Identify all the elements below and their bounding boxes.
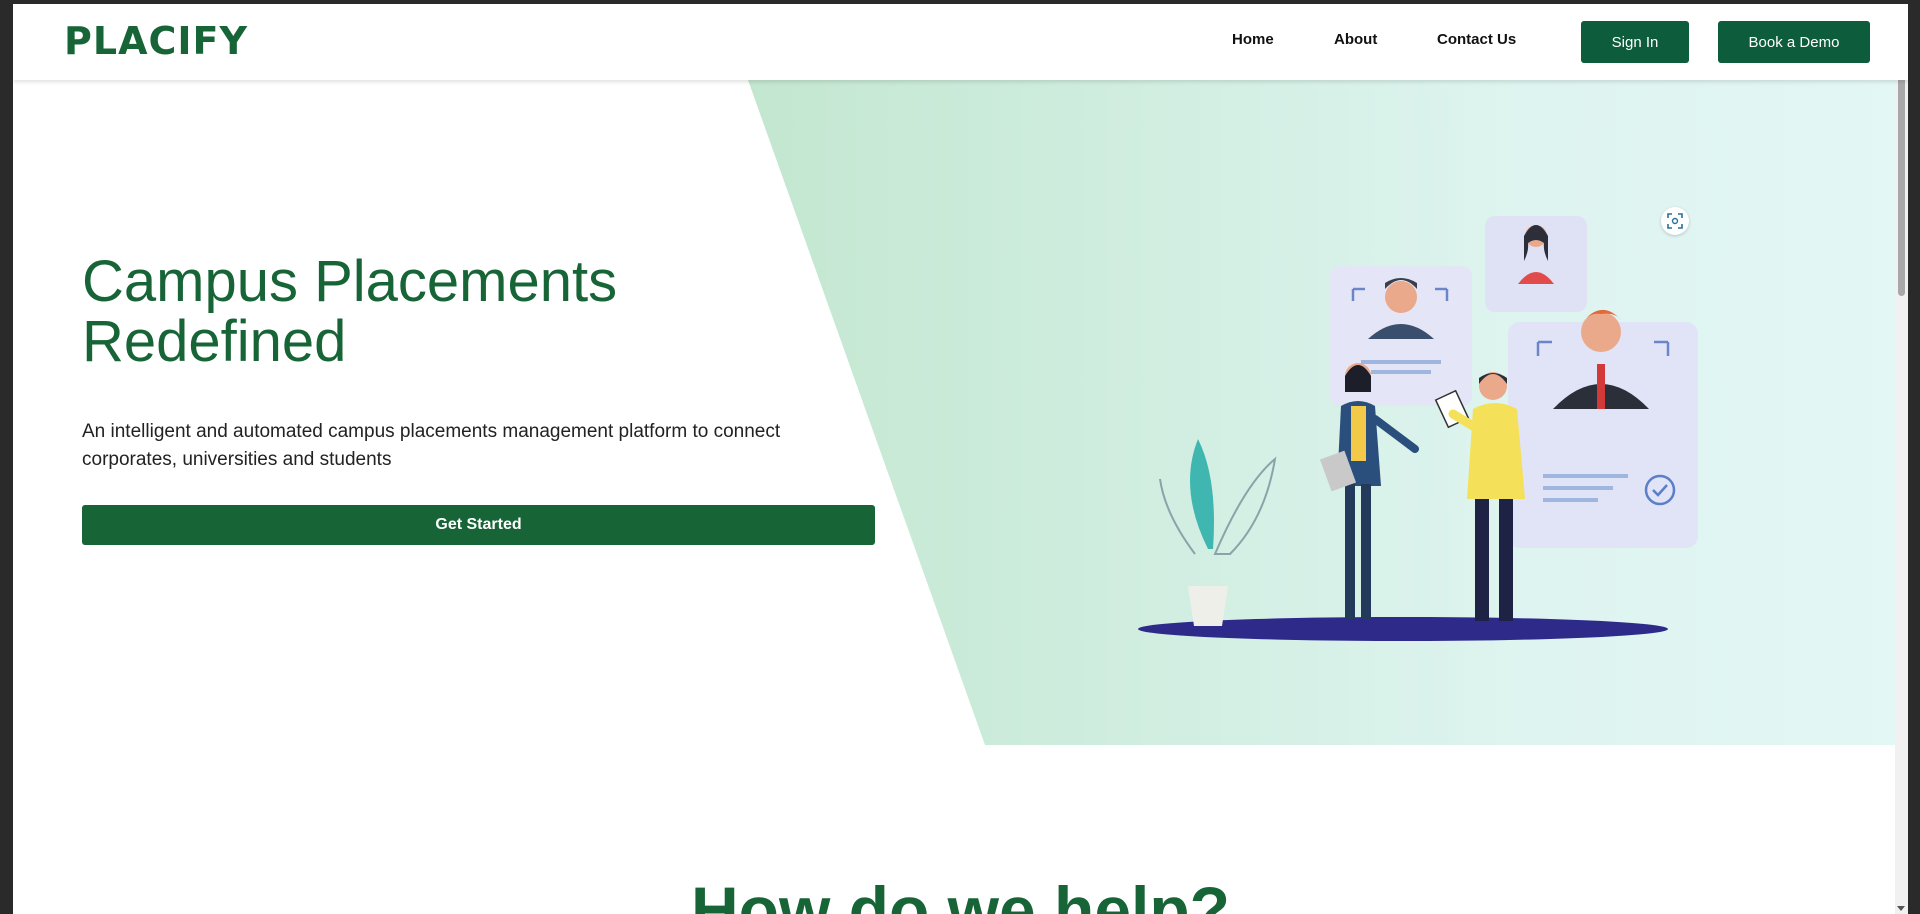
get-started-button[interactable]: Get Started xyxy=(82,505,875,545)
how-do-we-help-heading: How do we help? xyxy=(691,873,1230,914)
nav-home[interactable]: Home xyxy=(1232,31,1274,48)
recruitment-illustration xyxy=(1138,216,1698,641)
browser-viewport: PLACIFY Home About Contact Us Sign In Bo… xyxy=(13,4,1908,914)
scroll-down-icon[interactable] xyxy=(1897,906,1905,911)
nav-contact-us[interactable]: Contact Us xyxy=(1437,31,1516,48)
placify-logo[interactable]: PLACIFY xyxy=(64,19,248,63)
nav-about[interactable]: About xyxy=(1334,31,1377,48)
sign-in-button[interactable]: Sign In xyxy=(1581,21,1689,63)
book-demo-button[interactable]: Book a Demo xyxy=(1718,21,1870,63)
hero-description: An intelligent and automated campus plac… xyxy=(82,421,781,470)
hero-title: Campus Placements Redefined xyxy=(82,249,618,374)
scan-icon[interactable] xyxy=(1661,207,1689,235)
page-scrollbar[interactable] xyxy=(1895,4,1908,914)
site-header: PLACIFY Home About Contact Us Sign In Bo… xyxy=(13,4,1908,80)
